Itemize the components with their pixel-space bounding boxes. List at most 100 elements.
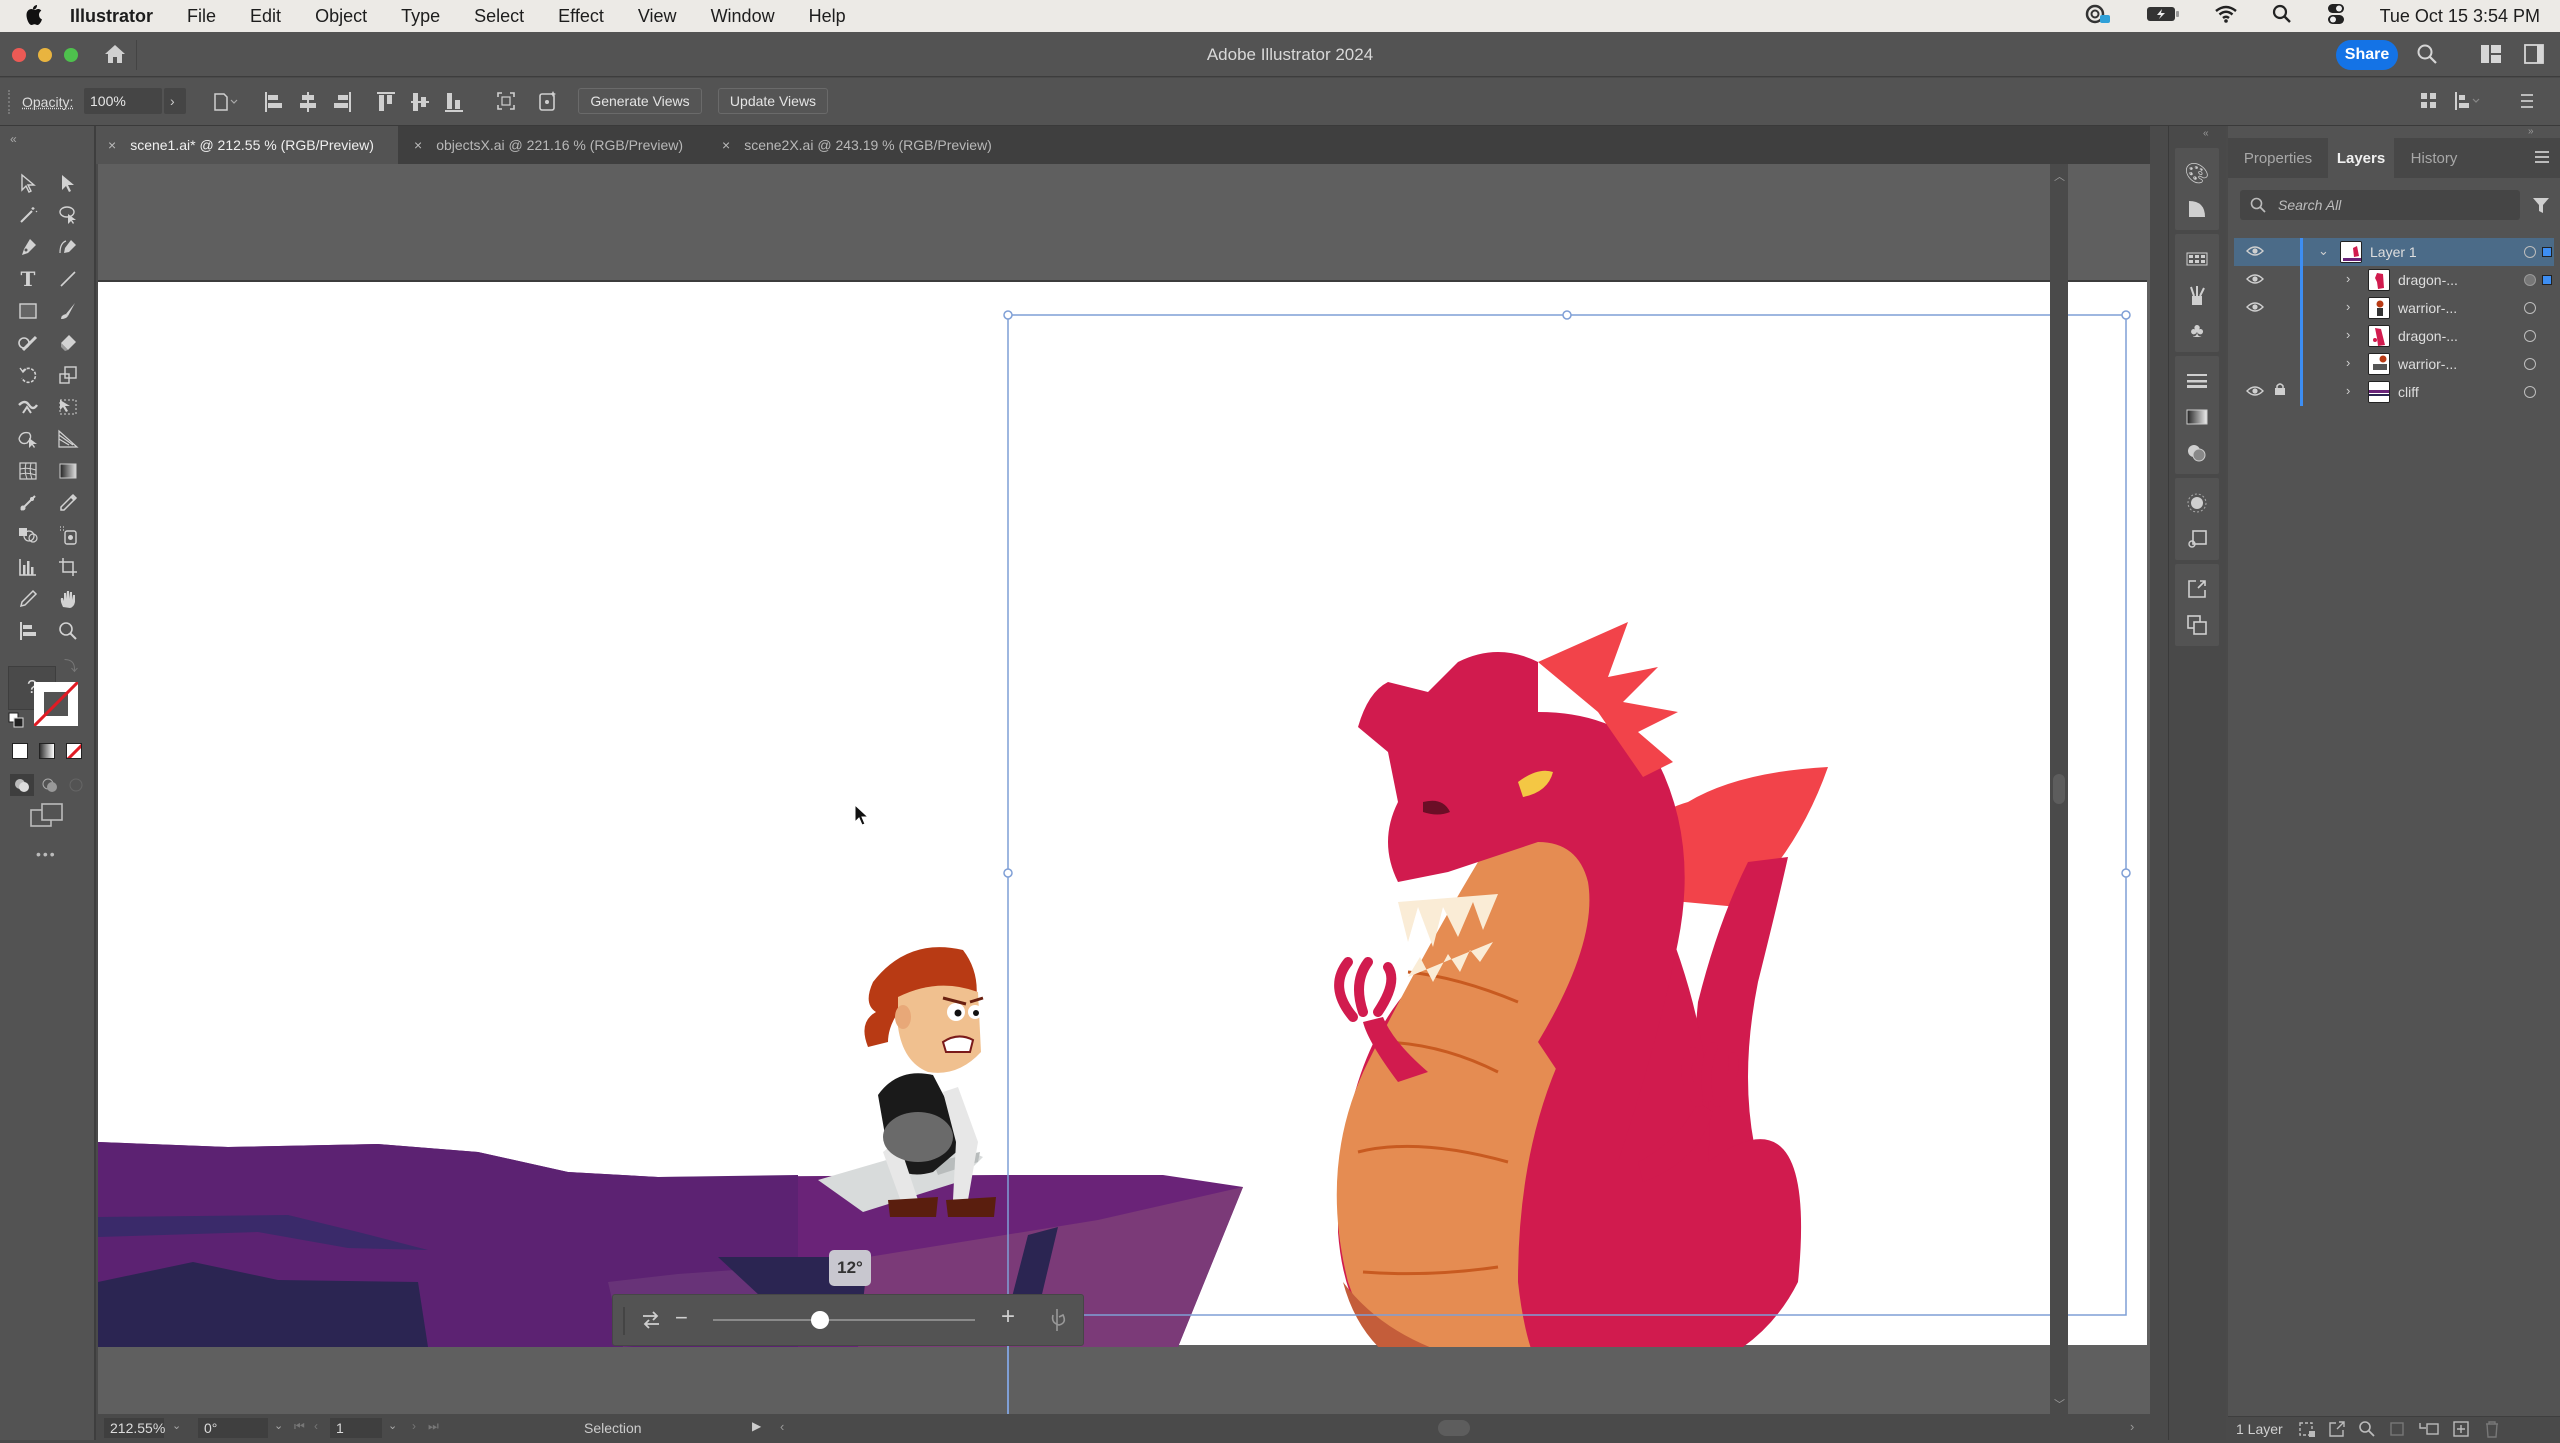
appearance-icon[interactable] <box>2175 486 2219 520</box>
angle-slider-thumb[interactable] <box>811 1311 830 1329</box>
recolor-artwork-icon[interactable] <box>538 90 558 116</box>
transparency-icon[interactable] <box>2175 436 2219 470</box>
align-tool-icon[interactable] <box>12 616 44 646</box>
collapse-panel-icon[interactable]: » <box>2528 126 2534 137</box>
target-circle-icon[interactable] <box>2524 330 2536 342</box>
grip-handle[interactable] <box>8 90 10 114</box>
expand-panels-icon[interactable]: « <box>2203 128 2209 139</box>
pen-tool-icon[interactable] <box>12 232 44 262</box>
canvas[interactable] <box>98 164 2150 1414</box>
magic-wand-tool-icon[interactable] <box>12 200 44 230</box>
dragon-artwork[interactable] <box>1334 622 1828 1347</box>
share-button[interactable]: Share <box>2336 40 2398 70</box>
align-to-icon[interactable] <box>2454 91 2480 115</box>
free-transform-tool-icon[interactable] <box>52 392 84 422</box>
line-segment-tool-icon[interactable] <box>52 264 84 294</box>
vertical-scrollbar[interactable]: ︿ ﹀ <box>2050 164 2068 1414</box>
shaper-tool-icon[interactable] <box>12 328 44 358</box>
selection-tool-icon[interactable] <box>12 168 44 198</box>
scroll-down-icon[interactable]: ﹀ <box>2054 1396 2065 1412</box>
scroll-up-icon[interactable]: ︿ <box>2054 168 2065 184</box>
puppet-warp-tool-icon[interactable] <box>12 392 44 422</box>
pencil-tool-icon[interactable] <box>12 584 44 614</box>
edit-toolbar-icon[interactable]: ••• <box>36 846 57 862</box>
type-tool-icon[interactable]: T <box>12 264 44 294</box>
lasso-tool-icon[interactable] <box>52 200 84 230</box>
chevron-right-icon[interactable]: › <box>2346 327 2350 342</box>
menu-edit[interactable]: Edit <box>250 6 281 27</box>
zoom-tool-icon[interactable] <box>52 616 84 646</box>
creative-cloud-icon[interactable] <box>2084 3 2112 30</box>
menu-type[interactable]: Type <box>401 6 440 27</box>
graphic-styles-icon[interactable] <box>2175 522 2219 556</box>
symbols-icon[interactable]: ♣ <box>2175 314 2219 348</box>
tab-layers[interactable]: Layers <box>2328 138 2394 178</box>
chevron-right-icon[interactable]: › <box>2346 383 2350 398</box>
scroll-left-icon[interactable]: ‹ <box>780 1419 784 1434</box>
apple-menu-icon[interactable] <box>24 5 54 27</box>
direct-selection-tool-icon[interactable] <box>52 168 84 198</box>
layer-name[interactable]: dragon-... <box>2398 328 2458 344</box>
tab-objectsx[interactable]: × objectsX.ai @ 221.16 % (RGB/Preview) <box>402 126 706 164</box>
align-bottom-icon[interactable] <box>444 91 464 117</box>
artboards-panel-icon[interactable] <box>2175 608 2219 642</box>
visibility-eye-icon[interactable] <box>2246 300 2264 314</box>
visibility-toggle-empty[interactable] <box>2246 328 2264 342</box>
rotate-tool-icon[interactable] <box>12 360 44 390</box>
layer-name[interactable]: warrior-... <box>2398 356 2457 372</box>
menu-help[interactable]: Help <box>809 6 846 27</box>
zoom-level-field[interactable]: 212.55% <box>104 1418 165 1438</box>
layer-row[interactable]: › warrior-... <box>2234 350 2554 378</box>
generate-views-button[interactable]: Generate Views <box>578 88 702 114</box>
isolate-group-icon[interactable] <box>496 91 516 115</box>
vertical-scroll-thumb[interactable] <box>2053 774 2065 804</box>
increase-angle-button[interactable]: + <box>1001 1303 1015 1331</box>
decrease-angle-button[interactable]: − <box>675 1305 688 1331</box>
status-tool-name[interactable]: Selection <box>584 1420 642 1436</box>
chevron-down-icon[interactable]: ⌄ <box>2318 243 2329 259</box>
close-tab-icon[interactable]: × <box>414 137 422 153</box>
zoom-dropdown-icon[interactable]: ⌄ <box>172 1419 181 1432</box>
layer-row-parent[interactable]: ⌄ Layer 1 <box>2234 238 2554 266</box>
artboard[interactable] <box>98 280 2147 1347</box>
visibility-toggle-empty[interactable] <box>2246 356 2264 370</box>
align-left-icon[interactable] <box>264 91 284 117</box>
layer-name[interactable]: Layer 1 <box>2370 244 2417 260</box>
color-guide-icon[interactable]: 🎨︎ <box>2175 156 2219 190</box>
menu-file[interactable]: File <box>187 6 216 27</box>
widget-grip-handle[interactable] <box>623 1307 625 1335</box>
layer-row[interactable]: › dragon-... <box>2234 322 2554 350</box>
align-top-icon[interactable] <box>376 91 396 117</box>
collapse-toolbar-icon[interactable]: « <box>10 132 17 146</box>
target-circle-icon[interactable] <box>2524 302 2536 314</box>
menu-object[interactable]: Object <box>315 6 367 27</box>
selection-indicator[interactable] <box>2542 247 2552 257</box>
horizontal-scrollbar[interactable]: ‹ › <box>780 1416 2150 1440</box>
change-screen-mode-icon[interactable] <box>30 802 64 835</box>
layer-name[interactable]: dragon-... <box>2398 272 2458 288</box>
rectangle-tool-icon[interactable] <box>12 296 44 326</box>
artboard-dropdown-icon[interactable]: ⌄ <box>388 1419 397 1432</box>
menu-app-name[interactable]: Illustrator <box>70 6 153 27</box>
angle-slider-track[interactable] <box>713 1311 975 1329</box>
tab-history[interactable]: History <box>2394 138 2474 178</box>
artboard-number-field[interactable]: 1 <box>330 1418 382 1438</box>
opacity-input[interactable]: 100% <box>84 88 162 114</box>
stroke-panel-icon[interactable] <box>2175 364 2219 398</box>
tab-scene2x[interactable]: × scene2X.ai @ 243.19 % (RGB/Preview) <box>710 126 1010 164</box>
panel-menu-icon[interactable] <box>2534 150 2550 169</box>
search-icon[interactable] <box>2416 43 2438 70</box>
swatches-icon[interactable] <box>2175 242 2219 276</box>
blend-tool-icon[interactable] <box>12 520 44 550</box>
visibility-eye-icon[interactable] <box>2246 272 2264 286</box>
update-views-button[interactable]: Update Views <box>718 88 828 114</box>
column-graph-tool-icon[interactable] <box>12 552 44 582</box>
align-right-icon[interactable] <box>332 91 352 117</box>
draw-behind-icon[interactable] <box>38 774 62 801</box>
perspective-grid-tool-icon[interactable] <box>52 424 84 454</box>
chevron-right-icon[interactable]: › <box>2346 355 2350 370</box>
panel-toggle-icon[interactable] <box>2524 44 2544 69</box>
control-center-icon[interactable] <box>2326 3 2346 30</box>
gradient-swatch-icon[interactable] <box>2175 400 2219 434</box>
close-tab-icon[interactable]: × <box>108 137 116 153</box>
